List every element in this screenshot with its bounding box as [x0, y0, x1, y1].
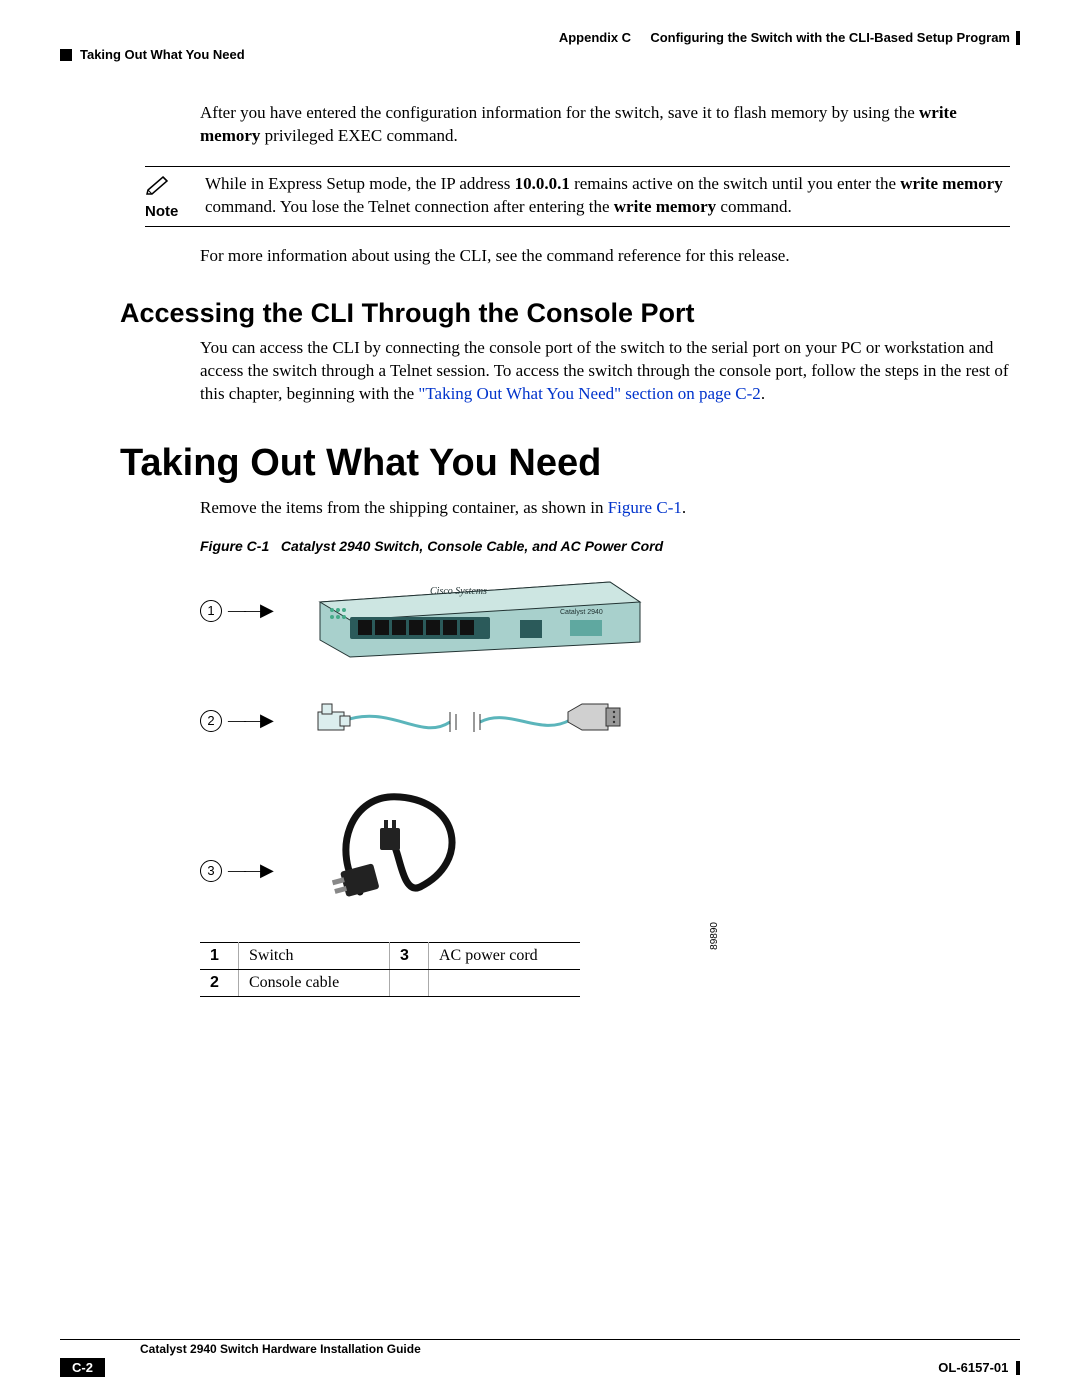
switch-illustration: Cisco Systems Catalyst 2940 [310, 562, 650, 652]
header-appendix: Appendix C Configuring the Switch with t… [559, 30, 1020, 45]
figure-caption: Figure C-1 Catalyst 2940 Switch, Console… [200, 538, 1020, 554]
cli-info-paragraph: For more information about using the CLI… [200, 245, 1010, 268]
power-cord-illustration [310, 772, 490, 912]
note-block: Note While in Express Setup mode, the IP… [145, 166, 1010, 227]
console-paragraph: You can access the CLI by connecting the… [200, 337, 1010, 406]
header-bar-icon [1016, 31, 1020, 45]
legend-num: 1 [200, 942, 239, 969]
note-label: Note [145, 203, 191, 220]
legend-label: Console cable [239, 969, 390, 996]
callout-3: 3 [200, 860, 222, 882]
note-icon [145, 173, 191, 199]
arrow-icon: ——▶ [228, 860, 272, 881]
shipping-paragraph: Remove the items from the shipping conta… [200, 497, 1010, 520]
table-row: 1 Switch 3 AC power cord [200, 942, 580, 969]
section-marker-icon [60, 49, 72, 61]
link-taking-out[interactable]: "Taking Out What You Need" section on pa… [418, 384, 760, 403]
console-cable-illustration [310, 692, 610, 742]
page-number: C-2 [60, 1358, 105, 1377]
callout-2: 2 [200, 710, 222, 732]
legend-num: 3 [390, 942, 429, 969]
doc-id: OL-6157-01 [938, 1360, 1008, 1375]
arrow-icon: ——▶ [228, 710, 272, 731]
arrow-icon: ——▶ [228, 600, 272, 621]
footer-guide-title: Catalyst 2940 Switch Hardware Installati… [60, 1340, 421, 1356]
svg-text:Cisco Systems: Cisco Systems [430, 586, 487, 597]
figure-c1: 1 ——▶ Cisco Syst [200, 562, 720, 942]
table-row: 2 Console cable [200, 969, 580, 996]
svg-text:Catalyst 2940: Catalyst 2940 [560, 609, 603, 616]
footer-bar-icon [1016, 1361, 1020, 1375]
intro-paragraph: After you have entered the configuration… [200, 102, 1010, 148]
section-heading-console: Accessing the CLI Through the Console Po… [120, 298, 1020, 329]
running-section-title: Taking Out What You Need [80, 47, 245, 62]
legend-label: Switch [239, 942, 390, 969]
note-text: While in Express Setup mode, the IP addr… [205, 173, 1010, 220]
legend-num: 2 [200, 969, 239, 996]
figure-id: 89890 [709, 922, 720, 950]
figure-legend-table: 1 Switch 3 AC power cord 2 Console cable [200, 942, 580, 997]
callout-1: 1 [200, 600, 222, 622]
link-figure-c1[interactable]: Figure C-1 [608, 498, 682, 517]
chapter-heading: Taking Out What You Need [120, 442, 1020, 485]
legend-label: AC power cord [429, 942, 581, 969]
appendix-title: Configuring the Switch with the CLI-Base… [650, 30, 1010, 45]
page-footer: Catalyst 2940 Switch Hardware Installati… [60, 1339, 1020, 1377]
appendix-label: Appendix C [559, 30, 631, 45]
